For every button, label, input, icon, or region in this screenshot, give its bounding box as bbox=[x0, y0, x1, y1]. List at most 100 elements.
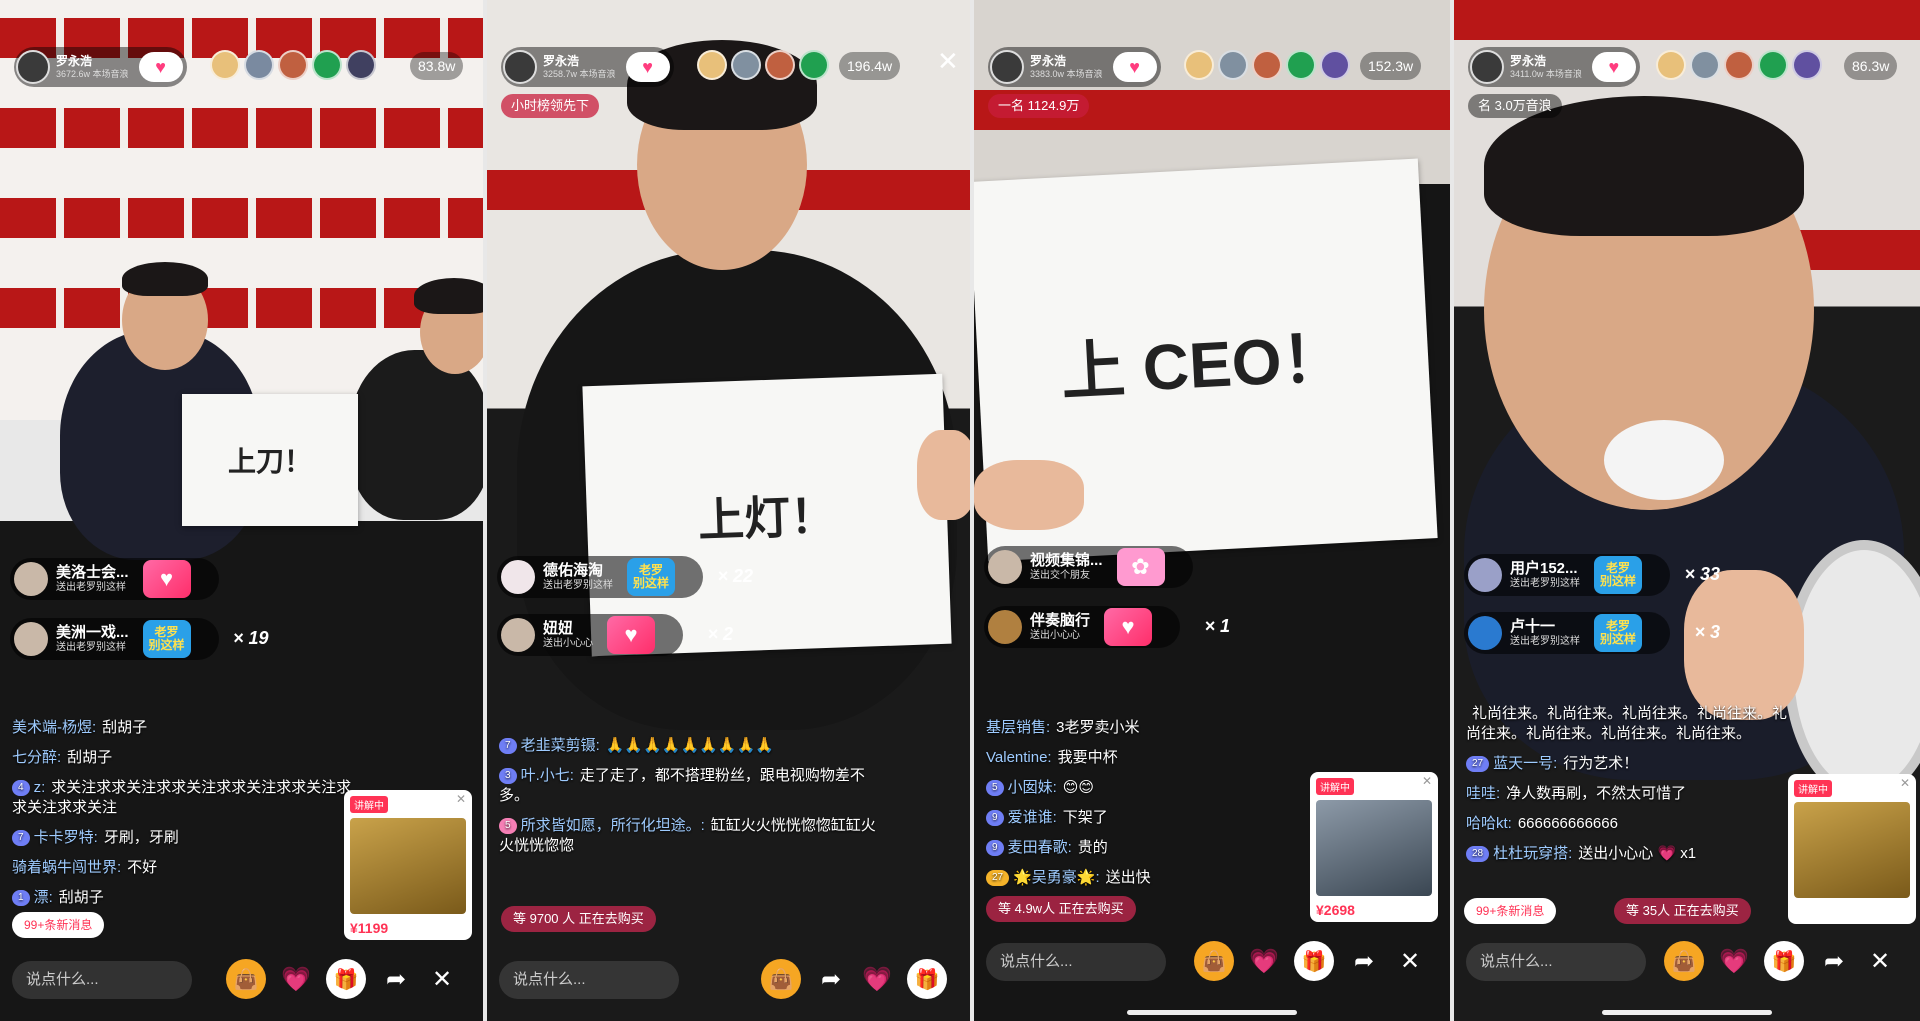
share-icon[interactable]: ➦ bbox=[815, 965, 847, 994]
avatar bbox=[988, 550, 1022, 584]
follow-heart-button[interactable]: ♥ bbox=[625, 52, 670, 82]
bottom-action-bar: 👜 💗 🎁 ➦ ✕ bbox=[226, 959, 458, 999]
heart-icon[interactable]: 💗 bbox=[1718, 947, 1750, 976]
heart-gift-icon: ♥ bbox=[607, 616, 655, 654]
top-viewers[interactable] bbox=[697, 50, 829, 80]
avatar bbox=[501, 560, 535, 594]
host-profile[interactable]: 罗永浩 3258.7w 本场音浪 ♥ bbox=[501, 47, 674, 87]
viewer-avatar[interactable] bbox=[1286, 50, 1316, 80]
top-viewers[interactable] bbox=[210, 50, 376, 80]
livestream-panel-2: 上灯！ 罗永浩 3258.7w 本场音浪 ♥ 196.4w ✕ 小时榜领先下 德… bbox=[487, 0, 970, 1021]
gift-sender-name: 卢十一 bbox=[1510, 618, 1556, 635]
host-profile[interactable]: 罗永浩 3411.0w 本场音浪 ♥ bbox=[1468, 47, 1640, 87]
home-indicator[interactable] bbox=[1127, 1010, 1297, 1015]
gift-multiplier: × 22 bbox=[717, 566, 753, 586]
chat-message: 28 杜杜玩穿搭: 送出小心心 💗 x1 bbox=[1466, 844, 1790, 864]
avatar bbox=[1468, 558, 1502, 592]
buying-notice: 等 4.9w人 正在去购买 bbox=[986, 896, 1136, 922]
top-viewers[interactable] bbox=[1656, 50, 1822, 80]
livestream-panel-4: 罗永浩 3411.0w 本场音浪 ♥ 86.3w 名 3.0万音浪 用户152.… bbox=[1454, 0, 1920, 1021]
viewer-avatar[interactable] bbox=[278, 50, 308, 80]
viewer-count[interactable]: 83.8w bbox=[410, 52, 464, 80]
viewer-avatar[interactable] bbox=[731, 50, 761, 80]
host-profile[interactable]: 罗永浩 3383.0w 本场音浪 ♥ bbox=[988, 47, 1161, 87]
close-icon[interactable]: ✕ bbox=[1900, 776, 1910, 790]
follow-heart-button[interactable]: ♥ bbox=[1112, 52, 1157, 82]
chat-message: 七分醉: 刮胡子 bbox=[12, 749, 113, 766]
product-status-tag: 讲解中 bbox=[1794, 780, 1832, 797]
gift-icon[interactable]: 🎁 bbox=[326, 959, 366, 999]
share-icon[interactable]: ➦ bbox=[1348, 947, 1380, 976]
share-icon[interactable]: ➦ bbox=[1818, 947, 1850, 976]
chat-message: 美术端-杨煜: 刮胡子 bbox=[12, 719, 148, 736]
viewer-avatar[interactable] bbox=[1184, 50, 1214, 80]
gift-banner: 伴奏脑行 送出小心心 ♥ × 1 bbox=[984, 606, 1230, 648]
close-icon[interactable]: ✕ bbox=[1394, 947, 1426, 976]
product-price: ¥2698 bbox=[1316, 902, 1355, 918]
rank-badge[interactable]: 名 3.0万音浪 bbox=[1468, 94, 1562, 118]
host-profile[interactable]: 罗永浩 3672.6w 本场音浪 ♥ bbox=[14, 47, 187, 87]
host-sound-wave-count: 3383.0w 本场音浪 bbox=[1030, 69, 1103, 79]
gift-sender-name: 用户152... bbox=[1510, 560, 1578, 577]
top-viewers[interactable] bbox=[1184, 50, 1350, 80]
viewer-avatar[interactable] bbox=[244, 50, 274, 80]
viewer-avatar[interactable] bbox=[1252, 50, 1282, 80]
comment-input[interactable]: 说点什么... bbox=[1466, 943, 1646, 981]
held-sign: 上刀！ bbox=[182, 394, 358, 526]
shopping-bag-icon[interactable]: 👜 bbox=[761, 959, 801, 999]
new-messages-button[interactable]: 99+条新消息 bbox=[1464, 898, 1557, 924]
product-card[interactable]: 讲解中 ✕ bbox=[1788, 774, 1916, 924]
gift-sender-name: 德佑海淘 bbox=[543, 562, 604, 579]
gift-sender-name: 妞妞 bbox=[543, 620, 574, 637]
product-card[interactable]: 讲解中 ✕ ¥2698 bbox=[1310, 772, 1438, 922]
viewer-count[interactable]: 86.3w bbox=[1844, 52, 1898, 80]
viewer-avatar[interactable] bbox=[697, 50, 727, 80]
gift-description: 送出交个朋友 bbox=[1030, 570, 1090, 581]
product-card[interactable]: 讲解中 ✕ ¥1199 bbox=[344, 790, 472, 940]
close-icon[interactable]: ✕ bbox=[1422, 774, 1432, 788]
close-icon[interactable]: ✕ bbox=[1864, 947, 1896, 976]
heart-icon[interactable]: 💗 bbox=[1248, 947, 1280, 976]
share-icon[interactable]: ➦ bbox=[380, 965, 412, 994]
close-icon[interactable]: ✕ bbox=[937, 46, 959, 77]
comment-input[interactable]: 说点什么... bbox=[12, 961, 192, 999]
heart-icon[interactable]: 💗 bbox=[861, 965, 893, 994]
close-icon[interactable]: ✕ bbox=[426, 965, 458, 994]
chat-message: 1 漂: 刮胡子 bbox=[12, 888, 353, 908]
shopping-bag-icon[interactable]: 👜 bbox=[226, 959, 266, 999]
gift-icon[interactable]: 🎁 bbox=[1764, 941, 1804, 981]
viewer-avatar[interactable] bbox=[312, 50, 342, 80]
viewer-avatar[interactable] bbox=[1218, 50, 1248, 80]
viewer-avatar[interactable] bbox=[210, 50, 240, 80]
gift-icon[interactable]: 🎁 bbox=[907, 959, 947, 999]
follow-heart-button[interactable]: ♥ bbox=[1591, 52, 1636, 82]
gift-multiplier: × 3 bbox=[1694, 622, 1720, 642]
chat-message: Valentine: 我要中杯 bbox=[986, 749, 1118, 766]
heart-icon[interactable]: 💗 bbox=[280, 965, 312, 994]
viewer-avatar[interactable] bbox=[346, 50, 376, 80]
shopping-bag-icon[interactable]: 👜 bbox=[1194, 941, 1234, 981]
comment-input[interactable]: 说点什么... bbox=[986, 943, 1166, 981]
viewer-count[interactable]: 196.4w bbox=[839, 52, 901, 80]
viewer-avatar[interactable] bbox=[1792, 50, 1822, 80]
shopping-bag-icon[interactable]: 👜 bbox=[1664, 941, 1704, 981]
viewer-avatar[interactable] bbox=[1724, 50, 1754, 80]
product-image bbox=[350, 818, 466, 914]
gift-icon[interactable]: 🎁 bbox=[1294, 941, 1334, 981]
host-name: 罗永浩 bbox=[1030, 54, 1067, 68]
new-messages-button[interactable]: 99+条新消息 bbox=[12, 912, 105, 938]
viewer-avatar[interactable] bbox=[1758, 50, 1788, 80]
hourly-rank-badge[interactable]: 小时榜领先下 bbox=[501, 94, 600, 118]
viewer-avatar[interactable] bbox=[1320, 50, 1350, 80]
rank-badge[interactable]: 一名 1124.9万 bbox=[988, 94, 1090, 118]
home-indicator[interactable] bbox=[1602, 1010, 1772, 1015]
viewer-avatar[interactable] bbox=[765, 50, 795, 80]
follow-heart-button[interactable]: ♥ bbox=[138, 52, 183, 82]
gift-banner: 卢十一 送出老罗别这样 老罗 别这样 × 3 bbox=[1464, 612, 1720, 654]
comment-input[interactable]: 说点什么... bbox=[499, 961, 679, 999]
close-icon[interactable]: ✕ bbox=[456, 792, 466, 806]
viewer-avatar[interactable] bbox=[1690, 50, 1720, 80]
viewer-avatar[interactable] bbox=[799, 50, 829, 80]
viewer-count[interactable]: 152.3w bbox=[1360, 52, 1422, 80]
viewer-avatar[interactable] bbox=[1656, 50, 1686, 80]
